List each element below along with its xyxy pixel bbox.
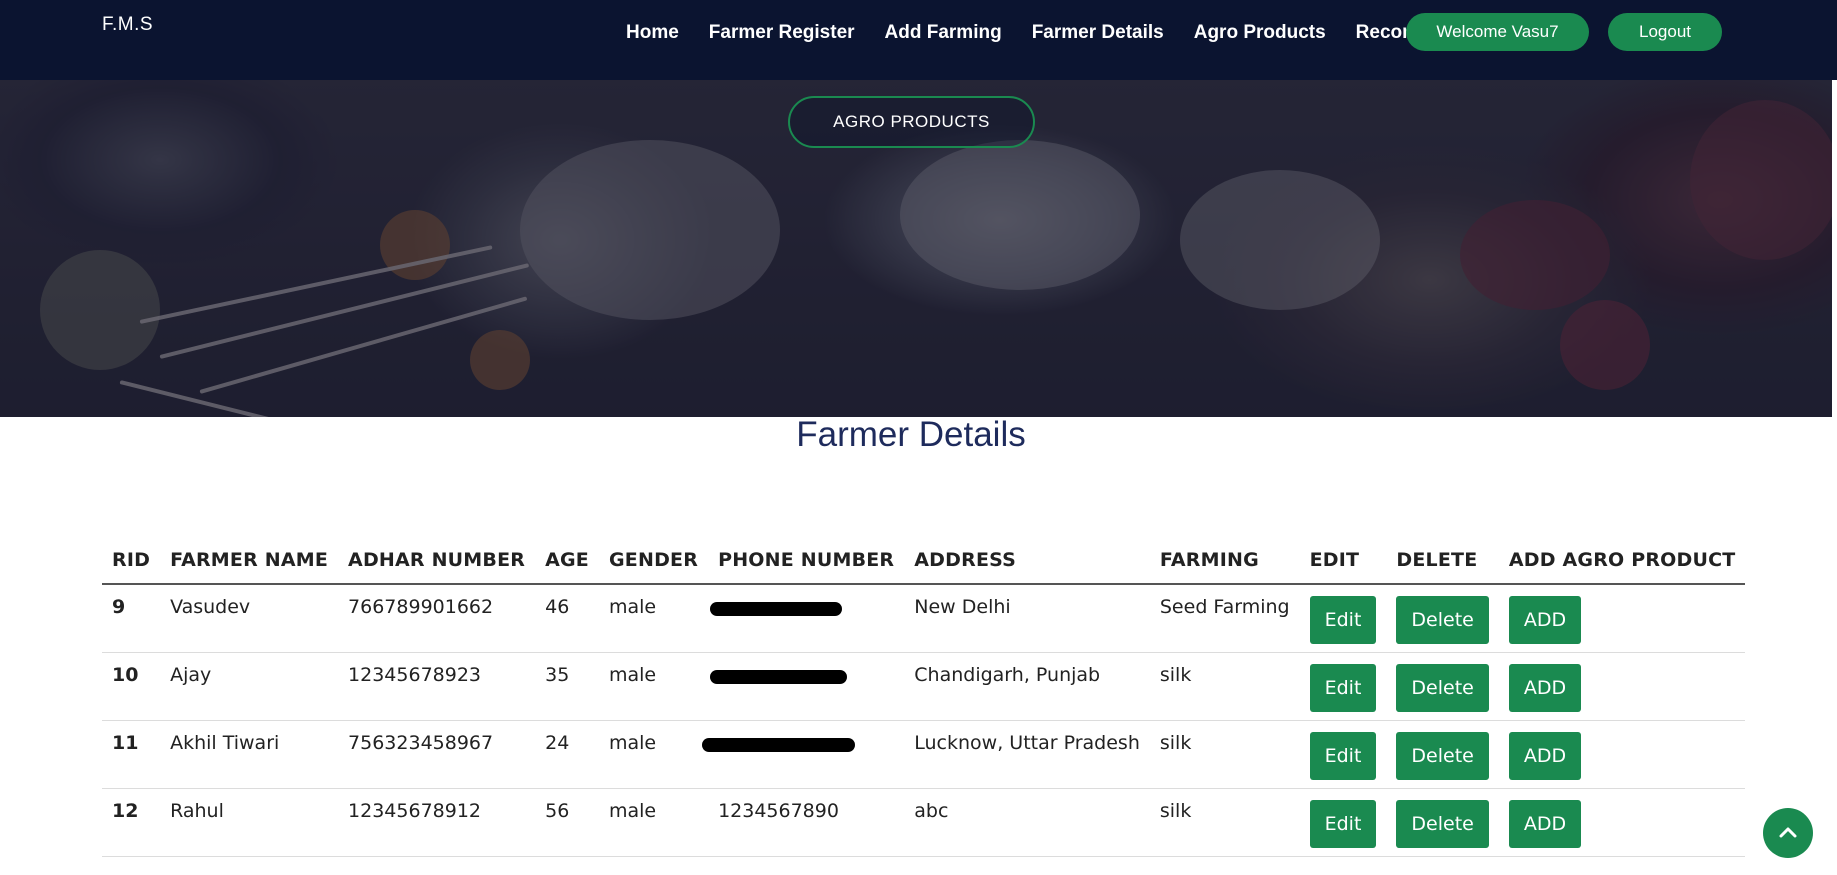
cell-address: New Delhi	[904, 584, 1150, 653]
cell-farming: silk	[1149, 720, 1300, 789]
cell-age: 35	[535, 652, 599, 721]
cell-add-agro-product: ADD	[1498, 584, 1746, 653]
cell-edit: Edit	[1299, 652, 1387, 721]
table-header-row: RID FARMER NAME ADHAR NUMBER AGE GENDER …	[102, 536, 1746, 585]
cell-phone-number: 1234567890	[708, 788, 905, 857]
nav-farmer-register[interactable]: Farmer Register	[709, 22, 855, 44]
cell-adhar-number: 12345678923	[338, 652, 536, 721]
cell-address: abc	[904, 788, 1150, 857]
add-agro-product-button[interactable]: ADD	[1508, 799, 1582, 848]
cell-phone-number	[702, 720, 905, 789]
header-phone-number: PHONE NUMBER	[708, 536, 905, 585]
cell-gender: male	[599, 788, 709, 857]
header-farmer-name: FARMER NAME	[160, 536, 339, 585]
cell-delete: Delete	[1386, 584, 1499, 653]
nav-links: Home Farmer Register Add Farming Farmer …	[626, 22, 1462, 44]
cell-rid: 10	[102, 652, 161, 721]
cell-rid: 12	[102, 788, 161, 857]
nav-farmer-details[interactable]: Farmer Details	[1032, 22, 1164, 44]
cell-rid: 11	[102, 720, 161, 789]
delete-button[interactable]: Delete	[1396, 731, 1489, 780]
cell-farming: silk	[1149, 788, 1300, 857]
agro-products-button[interactable]: AGRO PRODUCTS	[788, 96, 1035, 148]
cell-address: Lucknow, Uttar Pradesh	[904, 720, 1150, 789]
cell-farmer-name: Akhil Tiwari	[160, 720, 339, 789]
delete-button[interactable]: Delete	[1396, 799, 1489, 848]
delete-button[interactable]: Delete	[1396, 663, 1489, 712]
scroll-to-top-button[interactable]	[1763, 808, 1813, 858]
farmer-table: RID FARMER NAME ADHAR NUMBER AGE GENDER …	[102, 536, 1746, 857]
top-navbar: F.M.S Home Farmer Register Add Farming F…	[0, 0, 1837, 80]
redacted-phone	[710, 669, 848, 684]
table-row: 9 Vasudev 766789901662 46 male New Delhi…	[102, 584, 1746, 653]
chevron-up-icon	[1779, 827, 1797, 838]
cell-rid: 9	[102, 584, 161, 653]
cell-adhar-number: 756323458967	[338, 720, 536, 789]
page-title: Farmer Details	[796, 415, 1026, 454]
header-gender: GENDER	[599, 536, 709, 585]
cell-gender: male	[599, 584, 709, 653]
cell-farmer-name: Ajay	[160, 652, 339, 721]
cell-add-agro-product: ADD	[1498, 720, 1746, 789]
add-agro-product-button[interactable]: ADD	[1508, 663, 1582, 712]
brand-logo[interactable]: F.M.S	[102, 14, 153, 36]
cell-add-agro-product: ADD	[1498, 788, 1746, 857]
table-row: 12 Rahul 12345678912 56 male 1234567890 …	[102, 788, 1746, 857]
cell-delete: Delete	[1386, 652, 1499, 721]
cell-edit: Edit	[1299, 720, 1387, 789]
edit-button[interactable]: Edit	[1309, 596, 1377, 644]
cell-add-agro-product: ADD	[1498, 652, 1746, 721]
cell-gender: male	[599, 720, 709, 789]
edit-button[interactable]: Edit	[1309, 663, 1377, 712]
cell-edit: Edit	[1299, 788, 1387, 857]
cell-farmer-name: Rahul	[160, 788, 339, 857]
cell-farming: silk	[1149, 652, 1300, 721]
header-delete: DELETE	[1386, 536, 1499, 585]
table-body: 9 Vasudev 766789901662 46 male New Delhi…	[102, 584, 1746, 857]
cell-phone-number	[708, 584, 905, 653]
cell-delete: Delete	[1386, 720, 1499, 789]
redacted-phone	[710, 602, 843, 616]
nav-agro-products[interactable]: Agro Products	[1194, 22, 1326, 44]
cell-phone-number	[708, 652, 905, 721]
cell-delete: Delete	[1386, 788, 1499, 857]
table-row: 10 Ajay 12345678923 35 male Chandigarh, …	[102, 652, 1746, 721]
farmer-table-container: RID FARMER NAME ADHAR NUMBER AGE GENDER …	[102, 536, 1746, 857]
delete-button[interactable]: Delete	[1396, 596, 1489, 644]
logout-button[interactable]: Logout	[1608, 13, 1722, 51]
cell-gender: male	[599, 652, 709, 721]
cell-age: 46	[535, 584, 599, 653]
cell-adhar-number: 766789901662	[338, 584, 536, 653]
cell-age: 56	[535, 788, 599, 857]
nav-home[interactable]: Home	[626, 22, 679, 44]
nav-add-farming[interactable]: Add Farming	[885, 22, 1002, 44]
cell-farmer-name: Vasudev	[160, 584, 339, 653]
header-adhar-number: ADHAR NUMBER	[338, 536, 536, 585]
phone-number-text: 1234567890	[718, 799, 839, 822]
redacted-phone	[702, 737, 856, 752]
edit-button[interactable]: Edit	[1309, 731, 1377, 780]
header-address: ADDRESS	[904, 536, 1150, 585]
cell-adhar-number: 12345678912	[338, 788, 536, 857]
header-edit: EDIT	[1299, 536, 1387, 585]
edit-button[interactable]: Edit	[1309, 799, 1377, 848]
header-farming: FARMING	[1149, 536, 1300, 585]
cell-address: Chandigarh, Punjab	[904, 652, 1150, 721]
table-row: 11 Akhil Tiwari 756323458967 24 male Luc…	[102, 720, 1746, 789]
cell-edit: Edit	[1299, 584, 1387, 653]
header-age: AGE	[535, 536, 599, 585]
add-agro-product-button[interactable]: ADD	[1508, 596, 1582, 644]
header-add-agro-product: ADD AGRO PRODUCT	[1498, 536, 1746, 585]
add-agro-product-button[interactable]: ADD	[1508, 731, 1582, 780]
cell-age: 24	[535, 720, 599, 789]
welcome-user-button[interactable]: Welcome Vasu7	[1406, 13, 1589, 51]
cell-farming: Seed Farming	[1149, 584, 1300, 653]
header-rid: RID	[102, 536, 161, 585]
